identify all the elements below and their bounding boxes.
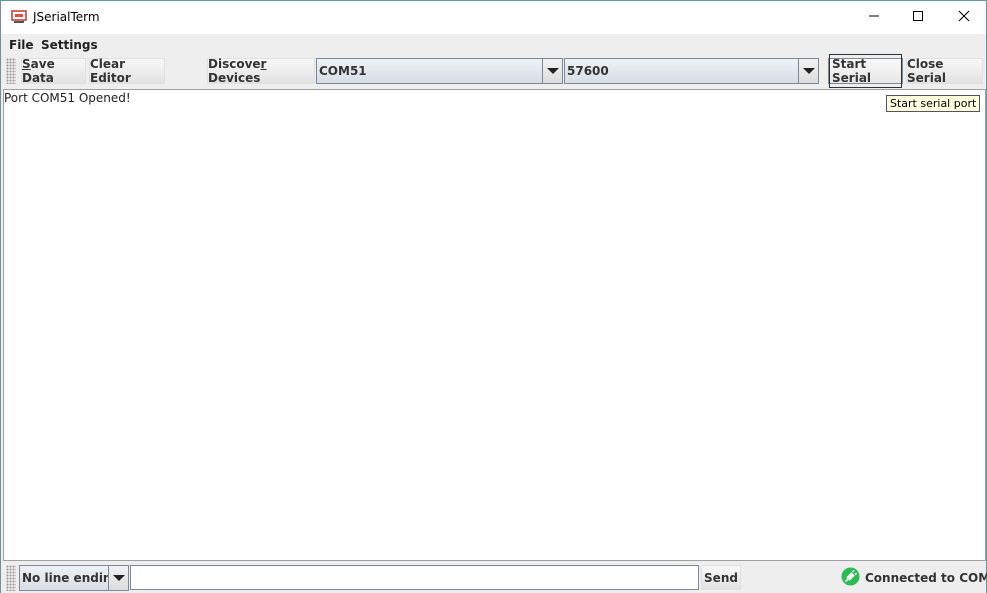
connection-status: Connected to COM51 (841, 567, 987, 589)
discover-devices-label: Discover Devices (208, 57, 267, 85)
console-editor[interactable]: Port COM51 Opened! (3, 89, 986, 561)
app-terminal-icon (11, 10, 27, 24)
title-bar[interactable]: JSerialTerm (1, 1, 986, 34)
bottom-bar: No line ending Send Connected to COM51 (1, 562, 987, 593)
save-data-label: Save Data (22, 57, 55, 85)
close-icon (958, 10, 970, 25)
line-ending-dropdown-button[interactable] (108, 566, 128, 590)
discover-devices-button[interactable]: Discover Devices (207, 57, 315, 85)
chevron-down-icon (802, 68, 815, 74)
connected-plug-icon (841, 567, 860, 589)
baud-select-value: 57600 (567, 64, 609, 78)
start-serial-label: Start Serial (829, 54, 902, 88)
close-window-button[interactable] (941, 1, 987, 34)
minimize-icon (868, 10, 880, 25)
save-data-button[interactable]: Save Data (21, 57, 86, 85)
port-dropdown-button[interactable] (542, 59, 562, 83)
app-window: JSerialTerm File Settings Save Data Clea… (0, 0, 987, 593)
bottom-toolbar-grip-handle[interactable] (6, 565, 16, 591)
maximize-button[interactable] (895, 1, 941, 34)
send-button[interactable]: Send (701, 565, 741, 590)
send-input[interactable] (130, 565, 699, 590)
window-title: JSerialTerm (33, 10, 100, 24)
minimize-button[interactable] (851, 1, 897, 34)
line-ending-value: No line ending (22, 571, 121, 585)
start-serial-tooltip: Start serial port (886, 95, 981, 112)
baud-select[interactable]: 57600 (564, 58, 819, 84)
menu-bar: File Settings (1, 34, 986, 55)
line-ending-select[interactable]: No line ending (19, 565, 129, 591)
start-serial-button[interactable]: Start Serial (828, 54, 903, 88)
close-serial-button[interactable]: Close Serial (906, 57, 983, 85)
menu-settings[interactable]: Settings (41, 38, 98, 52)
menu-file[interactable]: File (9, 38, 34, 52)
clear-editor-button[interactable]: Clear Editor (89, 57, 165, 85)
console-output: Port COM51 Opened! (4, 91, 131, 105)
toolbar-grip-handle[interactable] (6, 58, 16, 84)
baud-dropdown-button[interactable] (798, 59, 818, 83)
maximize-icon (912, 10, 924, 25)
chevron-down-icon (546, 68, 559, 74)
toolbar: Save Data Clear Editor Discover Devices … (1, 54, 986, 88)
chevron-down-icon (112, 575, 125, 581)
port-select[interactable]: COM51 (316, 58, 563, 84)
port-select-value: COM51 (319, 64, 367, 78)
status-text: Connected to COM51 (865, 570, 987, 585)
